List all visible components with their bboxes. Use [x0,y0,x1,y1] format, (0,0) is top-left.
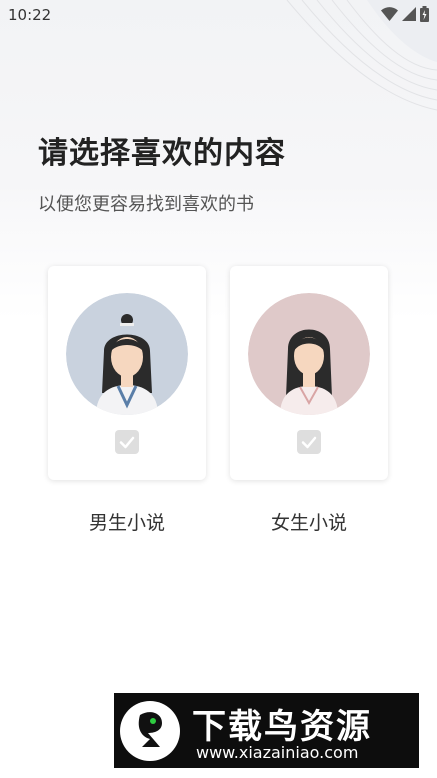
male-avatar-icon [66,293,188,415]
battery-icon [420,6,429,22]
bird-logo-icon [120,701,180,761]
female-avatar-icon [248,293,370,415]
status-icons [381,6,429,22]
check-icon [119,436,135,449]
page-subtitle: 以便您更容易找到喜欢的书 [38,194,254,215]
option-card-female[interactable] [230,266,388,480]
watermark-url: www.xiazainiao.com [196,743,359,762]
male-option-label[interactable]: 男生小说 [48,508,206,535]
watermark-title: 下载鸟资源 [192,707,372,747]
page-title: 请选择喜欢的内容 [38,136,286,171]
status-time: 10:22 [8,6,52,24]
female-checkbox[interactable] [297,430,321,454]
watermark-banner: 下载鸟资源 www.xiazainiao.com [114,693,419,768]
female-option-label[interactable]: 女生小说 [230,508,388,535]
status-bar: 10:22 [0,0,437,30]
check-icon [301,436,317,449]
wifi-icon [381,7,398,21]
signal-icon [402,7,416,21]
male-checkbox[interactable] [115,430,139,454]
option-card-male[interactable] [48,266,206,480]
